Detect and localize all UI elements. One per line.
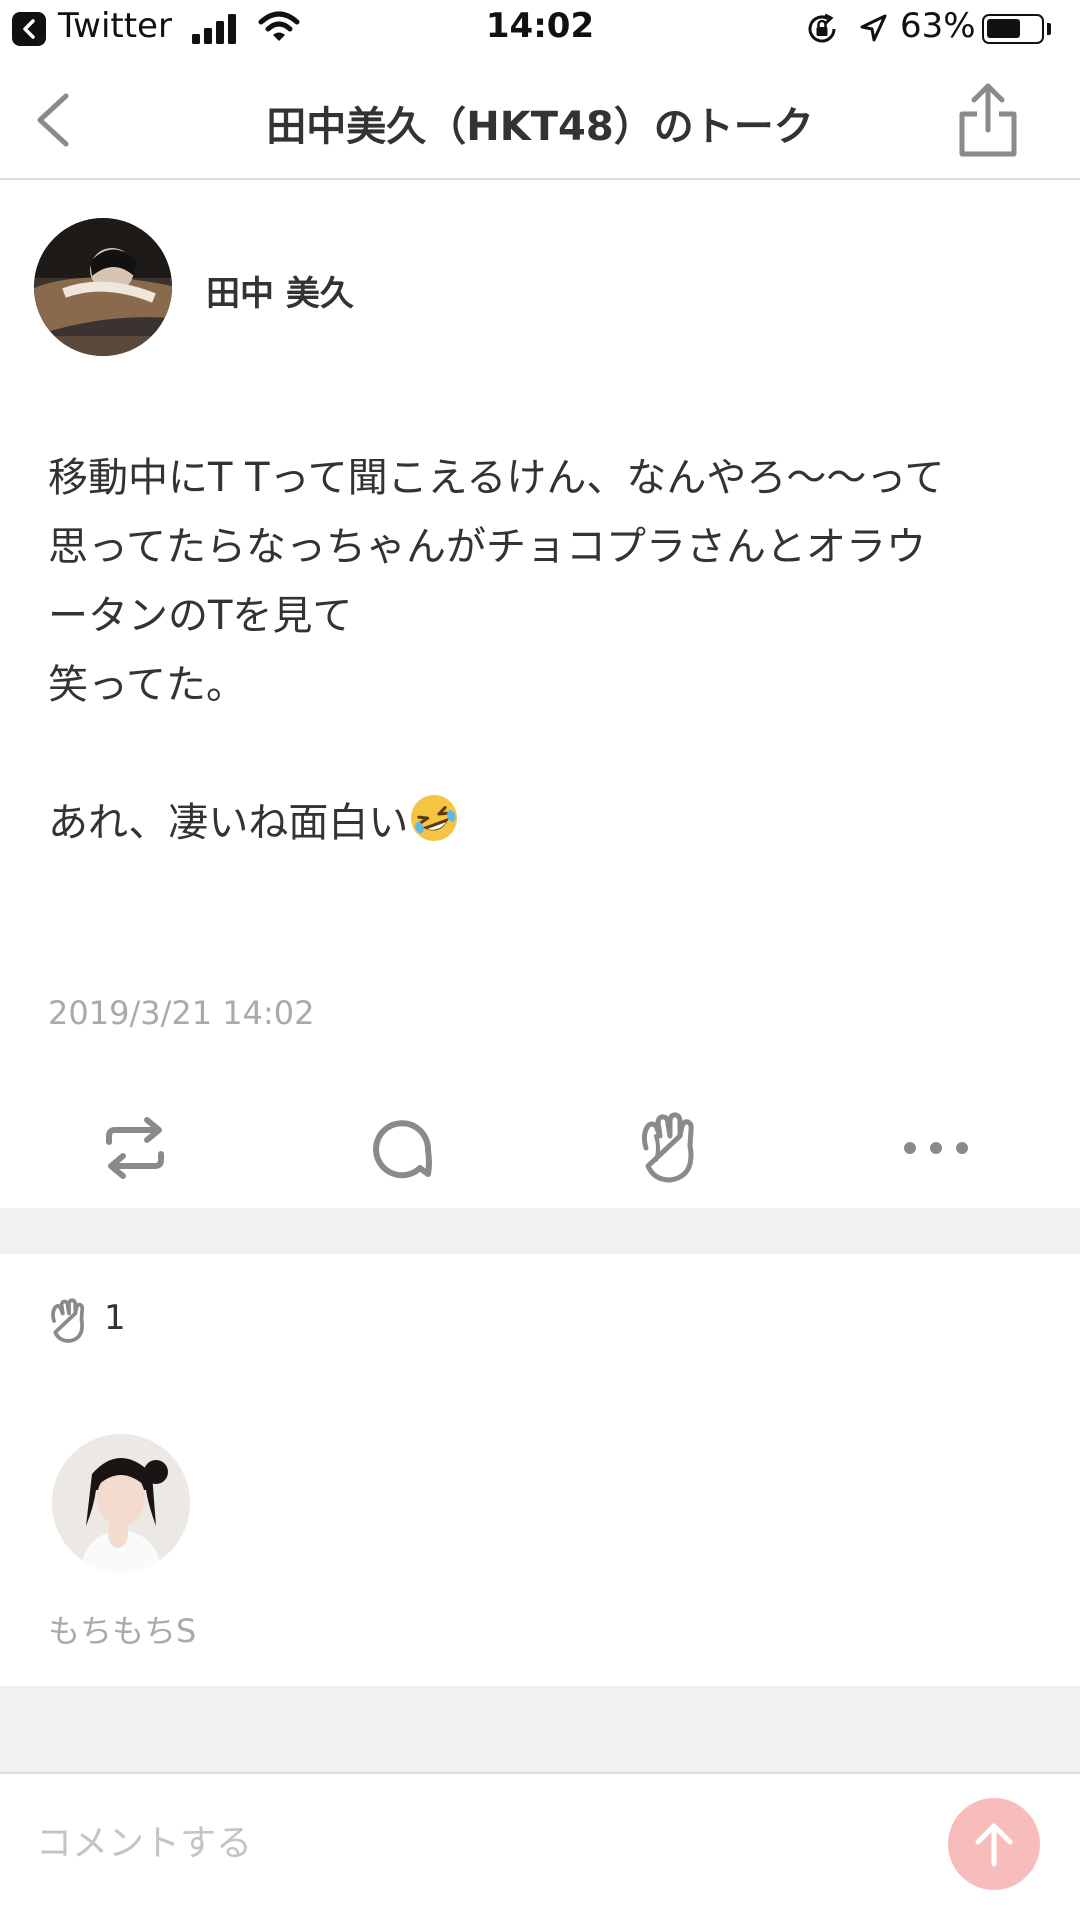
send-button[interactable] — [948, 1798, 1040, 1890]
navigation-bar: 田中美久（HKT48）のトーク — [0, 60, 1080, 180]
clap-count: 1 — [104, 1298, 126, 1338]
more-icon[interactable] — [896, 1108, 976, 1188]
location-arrow-icon — [860, 14, 887, 42]
post-text: 移動中にT Tって聞こえるけん、なんやろ〜〜って 思ってたらなっちゃんがチョコプ… — [48, 455, 945, 846]
author-avatar[interactable] — [34, 218, 172, 356]
rolling-on-floor-laughing-emoji-icon — [411, 795, 458, 841]
back-chevron-icon[interactable] — [28, 88, 76, 152]
reactor-avatar[interactable] — [52, 1434, 190, 1572]
author-name[interactable]: 田中 美久 — [206, 266, 354, 315]
clap-count-icon — [51, 1298, 85, 1343]
battery-percent: 63% — [900, 6, 976, 46]
battery-level-fill — [987, 19, 1020, 38]
comment-bar — [0, 1772, 1080, 1920]
reactor-name[interactable]: もちもちS — [48, 1606, 196, 1652]
battery-icon — [982, 14, 1044, 44]
post-timestamp: 2019/3/21 14:02 — [48, 994, 315, 1032]
status-bar: Twitter 14:02 63% — [0, 0, 1080, 60]
clap-icon[interactable] — [630, 1108, 710, 1188]
page-title: 田中美久（HKT48）のトーク — [266, 104, 814, 150]
section-divider — [0, 1686, 1080, 1772]
author-photo — [34, 218, 172, 356]
repost-icon[interactable] — [95, 1108, 175, 1188]
rotation-lock-icon — [808, 13, 836, 43]
reactor-photo — [52, 1434, 190, 1572]
section-divider — [0, 1208, 1080, 1254]
comment-input[interactable] — [34, 1812, 738, 1874]
post-body: 移動中にT Tって聞こえるけん、なんやろ〜〜って 思ってたらなっちゃんがチョコプ… — [48, 444, 1048, 858]
battery-cap — [1047, 23, 1051, 35]
arrow-up-icon — [975, 1823, 1013, 1867]
comment-icon[interactable] — [362, 1108, 442, 1188]
share-icon[interactable] — [955, 80, 1021, 160]
